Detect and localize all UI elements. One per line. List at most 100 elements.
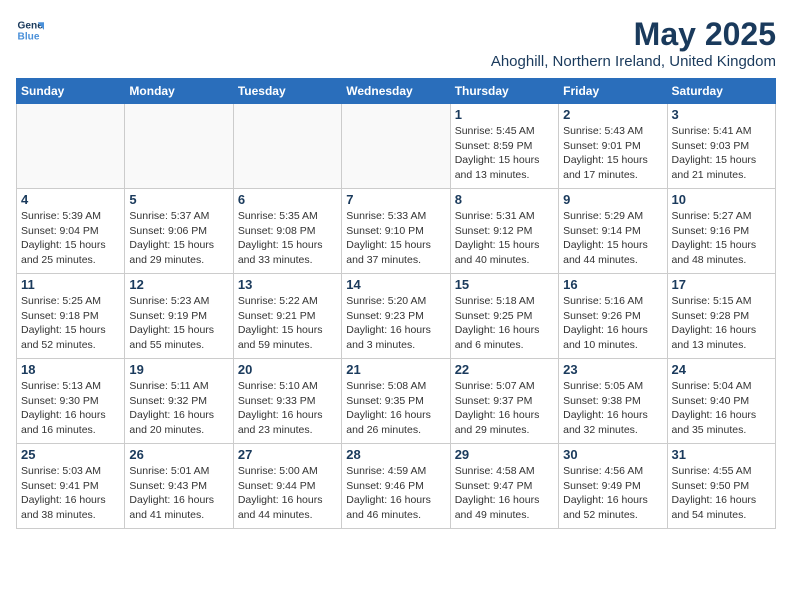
day-info: Sunrise: 5:31 AM Sunset: 9:12 PM Dayligh…: [455, 209, 554, 268]
logo-icon: General Blue: [16, 16, 44, 44]
day-number: 5: [129, 192, 228, 207]
day-info: Sunrise: 4:59 AM Sunset: 9:46 PM Dayligh…: [346, 464, 445, 523]
day-info: Sunrise: 5:04 AM Sunset: 9:40 PM Dayligh…: [672, 379, 771, 438]
calendar-cell: [17, 104, 125, 189]
day-info: Sunrise: 5:45 AM Sunset: 8:59 PM Dayligh…: [455, 124, 554, 183]
day-info: Sunrise: 4:58 AM Sunset: 9:47 PM Dayligh…: [455, 464, 554, 523]
calendar-cell: 28 Sunrise: 4:59 AM Sunset: 9:46 PM Dayli…: [342, 444, 450, 529]
day-info: Sunrise: 5:37 AM Sunset: 9:06 PM Dayligh…: [129, 209, 228, 268]
day-number: 23: [563, 362, 662, 377]
svg-text:General: General: [18, 20, 44, 31]
day-number: 2: [563, 107, 662, 122]
calendar-cell: 2 Sunrise: 5:43 AM Sunset: 9:01 PM Daylig…: [559, 104, 667, 189]
calendar-cell: [125, 104, 233, 189]
calendar-cell: 14Sunrise: 5:20 AM Sunset: 9:23 PM Dayli…: [342, 274, 450, 359]
day-info: Sunrise: 5:11 AM Sunset: 9:32 PM Dayligh…: [129, 379, 228, 438]
day-number: 4: [21, 192, 120, 207]
day-info: Sunrise: 5:18 AM Sunset: 9:25 PM Dayligh…: [455, 294, 554, 353]
calendar-cell: 15 Sunrise: 5:18 AM Sunset: 9:25 PM Dayli…: [450, 274, 558, 359]
calendar-cell: 26Sunrise: 5:01 AM Sunset: 9:43 PM Dayli…: [125, 444, 233, 529]
week-row-4: 18Sunrise: 5:13 AM Sunset: 9:30 PM Dayli…: [17, 359, 776, 444]
day-number: 11: [21, 277, 120, 292]
calendar-cell: 12 Sunrise: 5:23 AM Sunset: 9:19 PM Dayli…: [125, 274, 233, 359]
calendar-cell: 23 Sunrise: 5:05 AM Sunset: 9:38 PM Dayli…: [559, 359, 667, 444]
week-row-5: 25 Sunrise: 5:03 AM Sunset: 9:41 PM Dayli…: [17, 444, 776, 529]
calendar-cell: 19 Sunrise: 5:11 AM Sunset: 9:32 PM Dayli…: [125, 359, 233, 444]
weekday-header-thursday: Thursday: [450, 79, 558, 104]
main-title: May 2025: [491, 16, 776, 53]
calendar-cell: 13Sunrise: 5:22 AM Sunset: 9:21 PM Dayli…: [233, 274, 341, 359]
calendar-cell: 21Sunrise: 5:08 AM Sunset: 9:35 PM Dayli…: [342, 359, 450, 444]
day-info: Sunrise: 5:43 AM Sunset: 9:01 PM Dayligh…: [563, 124, 662, 183]
calendar-cell: 9 Sunrise: 5:29 AM Sunset: 9:14 PM Daylig…: [559, 189, 667, 274]
day-number: 20: [238, 362, 337, 377]
calendar-cell: 30 Sunrise: 4:56 AM Sunset: 9:49 PM Dayli…: [559, 444, 667, 529]
day-number: 18: [21, 362, 120, 377]
calendar-cell: 20 Sunrise: 5:10 AM Sunset: 9:33 PM Dayli…: [233, 359, 341, 444]
calendar-cell: [342, 104, 450, 189]
day-info: Sunrise: 5:00 AM Sunset: 9:44 PM Dayligh…: [238, 464, 337, 523]
day-info: Sunrise: 5:23 AM Sunset: 9:19 PM Dayligh…: [129, 294, 228, 353]
day-number: 6: [238, 192, 337, 207]
calendar-cell: 10 Sunrise: 5:27 AM Sunset: 9:16 PM Dayli…: [667, 189, 775, 274]
day-info: Sunrise: 5:07 AM Sunset: 9:37 PM Dayligh…: [455, 379, 554, 438]
calendar-cell: 8 Sunrise: 5:31 AM Sunset: 9:12 PM Daylig…: [450, 189, 558, 274]
day-info: Sunrise: 5:27 AM Sunset: 9:16 PM Dayligh…: [672, 209, 771, 268]
calendar-cell: 4Sunrise: 5:39 AM Sunset: 9:04 PM Daylig…: [17, 189, 125, 274]
day-info: Sunrise: 5:35 AM Sunset: 9:08 PM Dayligh…: [238, 209, 337, 268]
calendar-cell: 29Sunrise: 4:58 AM Sunset: 9:47 PM Dayli…: [450, 444, 558, 529]
weekday-header-tuesday: Tuesday: [233, 79, 341, 104]
day-info: Sunrise: 5:05 AM Sunset: 9:38 PM Dayligh…: [563, 379, 662, 438]
svg-text:Blue: Blue: [18, 31, 40, 42]
week-row-1: 1Sunrise: 5:45 AM Sunset: 8:59 PM Daylig…: [17, 104, 776, 189]
weekday-header-row: SundayMondayTuesdayWednesdayThursdayFrid…: [17, 79, 776, 104]
calendar-cell: 3 Sunrise: 5:41 AM Sunset: 9:03 PM Daylig…: [667, 104, 775, 189]
calendar-cell: 1Sunrise: 5:45 AM Sunset: 8:59 PM Daylig…: [450, 104, 558, 189]
day-number: 21: [346, 362, 445, 377]
calendar-cell: 16 Sunrise: 5:16 AM Sunset: 9:26 PM Dayli…: [559, 274, 667, 359]
calendar-cell: 18Sunrise: 5:13 AM Sunset: 9:30 PM Dayli…: [17, 359, 125, 444]
day-info: Sunrise: 5:10 AM Sunset: 9:33 PM Dayligh…: [238, 379, 337, 438]
day-info: Sunrise: 5:29 AM Sunset: 9:14 PM Dayligh…: [563, 209, 662, 268]
day-info: Sunrise: 4:56 AM Sunset: 9:49 PM Dayligh…: [563, 464, 662, 523]
day-info: Sunrise: 5:16 AM Sunset: 9:26 PM Dayligh…: [563, 294, 662, 353]
day-number: 16: [563, 277, 662, 292]
weekday-header-friday: Friday: [559, 79, 667, 104]
day-info: Sunrise: 4:55 AM Sunset: 9:50 PM Dayligh…: [672, 464, 771, 523]
day-number: 12: [129, 277, 228, 292]
weekday-header-saturday: Saturday: [667, 79, 775, 104]
day-number: 17: [672, 277, 771, 292]
day-info: Sunrise: 5:41 AM Sunset: 9:03 PM Dayligh…: [672, 124, 771, 183]
day-number: 8: [455, 192, 554, 207]
day-number: 24: [672, 362, 771, 377]
day-number: 3: [672, 107, 771, 122]
calendar-cell: 11Sunrise: 5:25 AM Sunset: 9:18 PM Dayli…: [17, 274, 125, 359]
subtitle: Ahoghill, Northern Ireland, United Kingd…: [491, 53, 776, 70]
day-info: Sunrise: 5:15 AM Sunset: 9:28 PM Dayligh…: [672, 294, 771, 353]
calendar-table: SundayMondayTuesdayWednesdayThursdayFrid…: [16, 78, 776, 529]
calendar-cell: 7Sunrise: 5:33 AM Sunset: 9:10 PM Daylig…: [342, 189, 450, 274]
title-block: May 2025 Ahoghill, Northern Ireland, Uni…: [491, 16, 776, 70]
day-number: 27: [238, 447, 337, 462]
day-info: Sunrise: 5:22 AM Sunset: 9:21 PM Dayligh…: [238, 294, 337, 353]
day-number: 30: [563, 447, 662, 462]
day-number: 19: [129, 362, 228, 377]
calendar-cell: 22Sunrise: 5:07 AM Sunset: 9:37 PM Dayli…: [450, 359, 558, 444]
logo: General Blue: [16, 16, 44, 44]
calendar-cell: 17 Sunrise: 5:15 AM Sunset: 9:28 PM Dayli…: [667, 274, 775, 359]
weekday-header-sunday: Sunday: [17, 79, 125, 104]
day-number: 28: [346, 447, 445, 462]
page-header: General Blue May 2025 Ahoghill, Northern…: [16, 16, 776, 70]
calendar-cell: 27 Sunrise: 5:00 AM Sunset: 9:44 PM Dayli…: [233, 444, 341, 529]
day-number: 14: [346, 277, 445, 292]
calendar-cell: 31 Sunrise: 4:55 AM Sunset: 9:50 PM Dayli…: [667, 444, 775, 529]
day-info: Sunrise: 5:03 AM Sunset: 9:41 PM Dayligh…: [21, 464, 120, 523]
calendar-cell: 25 Sunrise: 5:03 AM Sunset: 9:41 PM Dayli…: [17, 444, 125, 529]
day-number: 25: [21, 447, 120, 462]
calendar-cell: 24 Sunrise: 5:04 AM Sunset: 9:40 PM Dayli…: [667, 359, 775, 444]
day-number: 31: [672, 447, 771, 462]
day-number: 9: [563, 192, 662, 207]
day-number: 15: [455, 277, 554, 292]
day-number: 10: [672, 192, 771, 207]
day-info: Sunrise: 5:33 AM Sunset: 9:10 PM Dayligh…: [346, 209, 445, 268]
